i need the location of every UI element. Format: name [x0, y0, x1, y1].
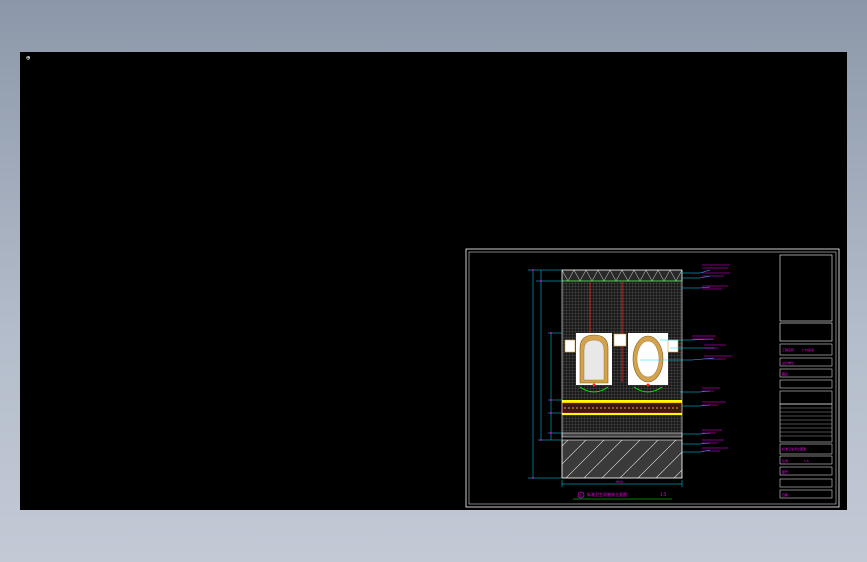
counter-edge	[562, 413, 682, 415]
tb-label-project: 工程名称	[782, 347, 794, 352]
dimension-bottom: 900	[561, 480, 683, 487]
project-box	[779, 322, 833, 342]
top-frieze	[561, 269, 683, 282]
sconce-right	[667, 339, 679, 353]
tb-value-project: 广州某某	[802, 347, 814, 352]
tb-label-drawing: 图名	[782, 371, 788, 376]
elevation-drawing	[561, 269, 683, 479]
drawing-scale: 1:5	[660, 492, 667, 497]
drawing-title: 标准卫生间装饰立面图	[587, 491, 627, 497]
logo-box	[779, 254, 833, 322]
drawing-canvas: 工程名称 广州某某 设计单位 图名 标准卫生间立面图 比例 1:5 图号 日期	[465, 248, 840, 508]
skirting	[561, 432, 683, 438]
tb-row-4	[779, 379, 833, 389]
tb-label-date: 日期	[782, 492, 788, 497]
title-block: 工程名称 广州某某 设计单位 图名 标准卫生间立面图 比例 1:5 图号 日期	[779, 254, 833, 499]
tb-label-scale: 比例	[782, 458, 788, 463]
tb-value-drawing: 标准卫生间立面图	[782, 446, 806, 451]
dimension-bottom-value: 900	[616, 480, 623, 484]
counter-top	[562, 400, 682, 403]
tb-row-9	[779, 478, 833, 488]
cad-model-viewport[interactable]: ⊕ 工程名称 广州某某 设计单位 图名 标准卫生间立面图 比例 1:5 图号 日…	[20, 52, 847, 510]
title-index: 2	[580, 494, 582, 498]
tb-value-scale: 1:5	[804, 459, 809, 463]
tb-signatures	[779, 403, 833, 443]
tb-label-designer: 设计单位	[782, 360, 794, 365]
tb-label-number: 图号	[782, 469, 788, 474]
sconce-center	[613, 333, 627, 347]
tb-row-5	[779, 390, 833, 405]
drawing-title-group: 2 标准卫生间装饰立面图 1:5	[573, 491, 672, 500]
dimension-chain-left	[528, 269, 562, 479]
sconce-left	[564, 339, 576, 353]
mirror-right-glass	[636, 340, 660, 378]
mirror-left-glass	[583, 339, 605, 381]
